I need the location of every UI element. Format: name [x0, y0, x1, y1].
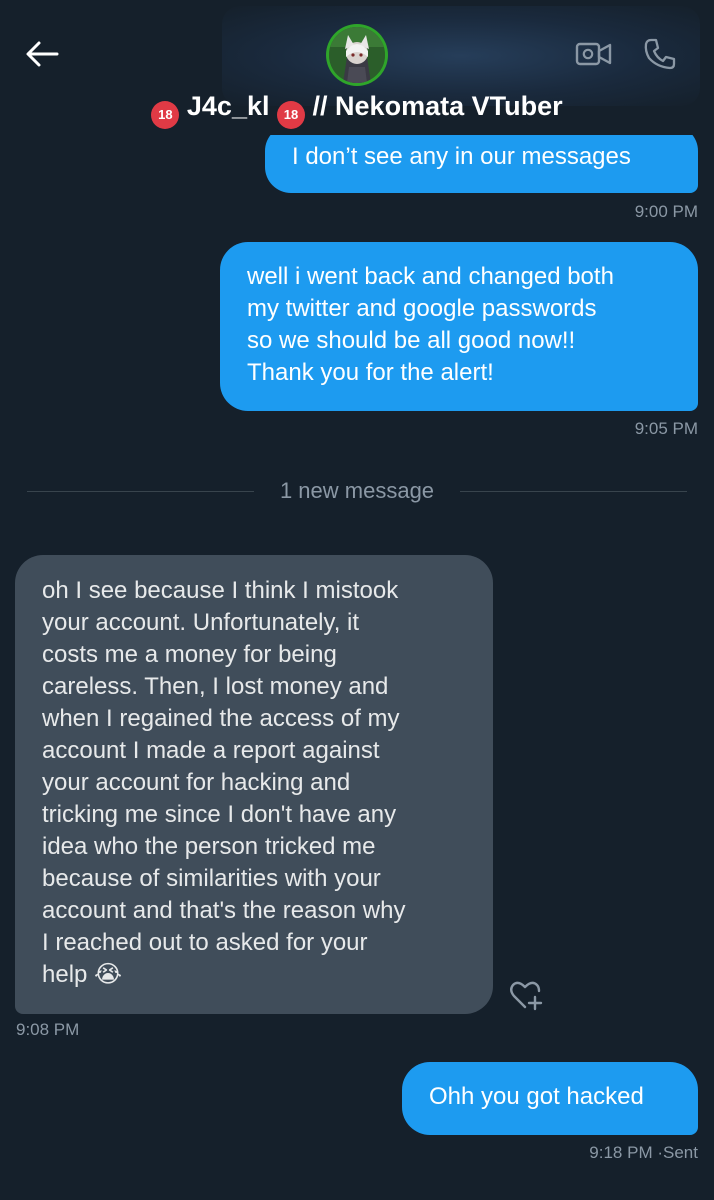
message-text: I don’t see any in our messages — [292, 143, 631, 170]
display-subtitle: Nekomata VTuber — [335, 91, 563, 121]
message-line: costs me a money for being — [42, 641, 337, 668]
message-timestamp: 9:00 PM — [634, 202, 698, 221]
avatar[interactable] — [329, 27, 385, 83]
no-under-18-icon: 18 — [151, 101, 180, 129]
message-timestamp: 9:18 PM — [589, 1143, 653, 1162]
message-line: help 😭 — [42, 961, 123, 988]
conversation-title[interactable]: 18 J4c_kl 18 // Nekomata VTuber — [0, 91, 714, 129]
message-bubble-incoming[interactable]: oh I see because I think I mistook your … — [15, 555, 493, 1014]
video-call-button[interactable] — [574, 34, 614, 74]
message-text: Ohh you got hacked — [429, 1083, 644, 1110]
new-message-divider-label: 1 new message — [254, 478, 460, 504]
phone-icon — [644, 38, 676, 70]
message-line: your account. Unfortunately, it — [42, 609, 360, 636]
video-camera-icon — [575, 42, 612, 66]
display-name: J4c_kl — [186, 91, 270, 121]
message-line: Thank you for the alert! — [247, 359, 494, 386]
message-line: because of similarities with your — [42, 865, 381, 892]
avatar-image — [329, 27, 385, 83]
message-bubble-outgoing[interactable]: well i went back and changed both my twi… — [220, 242, 698, 411]
message-line: my twitter and google passwords — [247, 295, 597, 322]
voice-call-button[interactable] — [640, 34, 680, 74]
message-timestamp: 9:05 PM — [634, 419, 698, 438]
message-timestamp: 9:08 PM — [16, 1020, 80, 1039]
heart-plus-icon — [510, 981, 543, 1011]
message-line: account I made a report against — [42, 737, 380, 764]
message-line: well i went back and changed both — [247, 263, 614, 290]
title-separator: // — [312, 91, 328, 121]
message-bubble-outgoing[interactable]: I don’t see any in our messages — [265, 125, 698, 193]
message-line: so we should be all good now!! — [247, 327, 576, 354]
message-line: oh I see because I think I mistook — [42, 577, 399, 604]
message-line: careless. Then, I lost money and — [42, 673, 389, 700]
message-line: when I regained the access of my — [42, 705, 400, 732]
message-line: account and that's the reason why — [42, 897, 406, 924]
back-arrow-icon — [26, 41, 59, 67]
message-line: idea who the person tricked me — [42, 833, 376, 860]
message-status: Sent — [663, 1143, 698, 1162]
message-line: I reached out to asked for your — [42, 929, 368, 956]
message-line: your account for hacking and — [42, 769, 351, 796]
no-under-18-icon: 18 — [277, 101, 305, 129]
conversation-header: 18 J4c_kl 18 // Nekomata VTuber — [0, 0, 714, 135]
message-status-row: 9:18 PM ·Sent — [589, 1143, 698, 1163]
back-button[interactable] — [22, 34, 62, 74]
message-line: tricking me since I don't have any — [42, 801, 397, 828]
add-reaction-button[interactable] — [506, 975, 546, 1015]
message-bubble-outgoing[interactable]: Ohh you got hacked — [402, 1062, 698, 1135]
